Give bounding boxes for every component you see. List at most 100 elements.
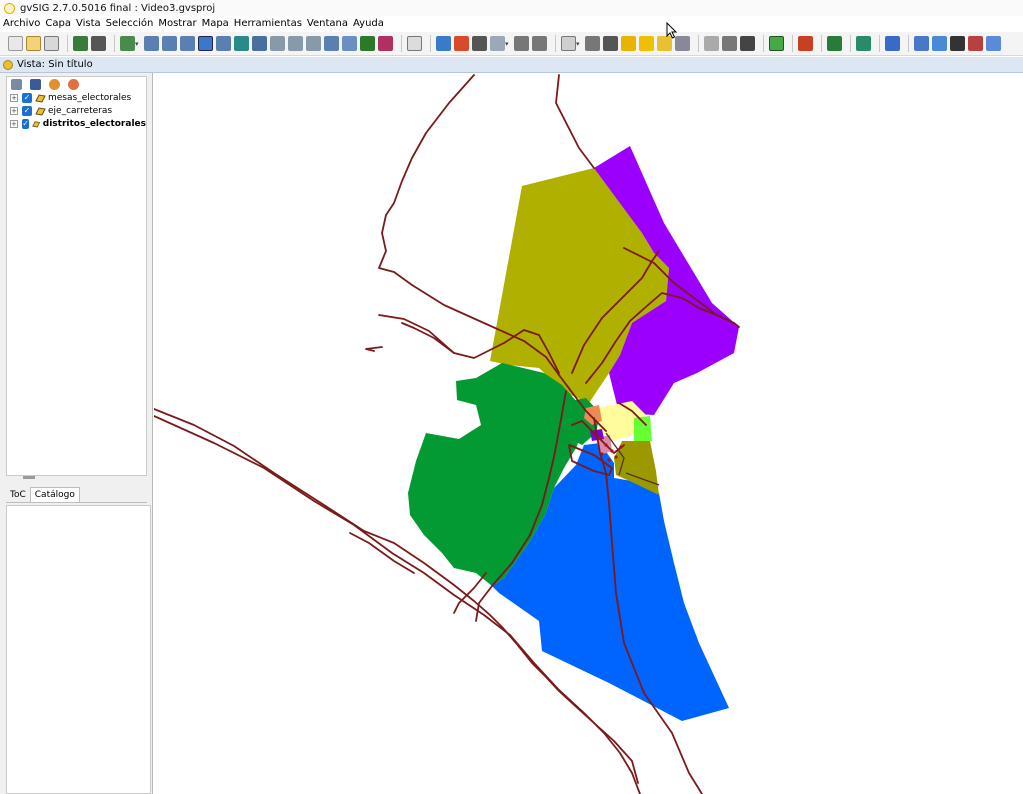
splitter-handle[interactable]: [23, 476, 35, 479]
chevron-down-icon[interactable]: ▾: [135, 40, 141, 48]
print-icon[interactable]: [472, 36, 487, 51]
expand-icon[interactable]: +: [10, 119, 18, 128]
layer-visibility-checkbox[interactable]: ✓: [22, 105, 32, 116]
main-toolbar: ▾ ▾ ▾: [0, 32, 1023, 56]
zoom-select-icon[interactable]: [198, 36, 213, 51]
open-project-icon[interactable]: [26, 36, 41, 51]
list-icon[interactable]: [11, 78, 22, 90]
scale-icon[interactable]: [514, 36, 529, 51]
vector-layer-icon: [35, 106, 46, 116]
select-by-attributes-icon[interactable]: [639, 36, 654, 51]
vector-layer-icon: [32, 120, 41, 127]
undo-icon[interactable]: [73, 36, 88, 51]
layer-add-icon[interactable]: [769, 36, 784, 51]
menu-herramientas[interactable]: Herramientas: [234, 18, 302, 29]
zoom-extent-icon[interactable]: [306, 36, 321, 51]
remove-layer-icon[interactable]: [68, 78, 79, 90]
add-layer-icon[interactable]: [49, 78, 60, 90]
toc-panel: + ✓ mesas_electorales + ✓ eje_carreteras…: [6, 76, 147, 476]
layer-name: eje_carreteras: [48, 105, 113, 116]
expand-icon[interactable]: +: [10, 93, 18, 102]
geoprocess-icon[interactable]: [827, 36, 842, 51]
vector-layer-icon: [35, 93, 46, 103]
zoom-all-icon[interactable]: [180, 36, 195, 51]
toolbar-separator: [67, 35, 68, 52]
edit-icon[interactable]: [798, 36, 813, 51]
copy-icon[interactable]: [704, 36, 719, 51]
zoom-scale-icon[interactable]: [270, 36, 285, 51]
layer-name: mesas_electorales: [48, 92, 132, 103]
toolbar-separator: [763, 35, 764, 52]
toolbar-separator: [879, 35, 880, 52]
menu-capa[interactable]: Capa: [45, 18, 71, 29]
new-project-icon[interactable]: [8, 36, 23, 51]
gvsig-app-icon: [4, 2, 15, 14]
menu-seleccion[interactable]: Selección: [106, 18, 154, 29]
chevron-down-icon[interactable]: ▾: [576, 40, 582, 48]
layer-table-icon[interactable]: [932, 36, 947, 51]
frame-icon[interactable]: [490, 36, 505, 51]
redo-icon[interactable]: [91, 36, 106, 51]
zoom-previous-icon[interactable]: [234, 36, 249, 51]
zoom-layer-icon[interactable]: [216, 36, 231, 51]
menu-mostrar[interactable]: Mostrar: [158, 18, 196, 29]
layer-visibility-checkbox[interactable]: ✓: [22, 92, 32, 103]
toc-layer[interactable]: + ✓ distritos_electorales: [7, 117, 146, 130]
toolbar-separator: [850, 35, 851, 52]
zoom-next-icon[interactable]: [252, 36, 267, 51]
window-title: gvSIG 2.7.0.5016 final : Video3.gvsproj: [20, 2, 216, 14]
window-icon[interactable]: [407, 36, 422, 51]
layer-style-icon[interactable]: [950, 36, 965, 51]
toolbar-separator: [114, 35, 115, 52]
menu-archivo[interactable]: Archivo: [3, 18, 40, 29]
layer-visibility-checkbox[interactable]: ✓: [21, 118, 30, 129]
locator-icon[interactable]: [324, 36, 339, 51]
select-icon[interactable]: [561, 36, 576, 51]
save-project-icon[interactable]: [44, 36, 59, 51]
district-lime: [634, 416, 652, 441]
layer-properties-icon[interactable]: [986, 36, 1001, 51]
map-canvas[interactable]: [154, 73, 1023, 794]
toolbar-separator: [792, 35, 793, 52]
tab-catalog[interactable]: Catálogo: [29, 487, 80, 502]
tab-toc[interactable]: ToC: [6, 488, 30, 502]
layers-icon[interactable]: [30, 78, 41, 90]
expand-icon[interactable]: +: [10, 106, 18, 115]
layer-labels-icon[interactable]: [968, 36, 983, 51]
pan-icon[interactable]: [120, 36, 135, 51]
toolbar-separator: [430, 35, 431, 52]
select-by-polygon-icon[interactable]: [603, 36, 618, 51]
view-window-titlebar: Vista: Sin título: [0, 57, 1023, 73]
zoom-in-icon[interactable]: [144, 36, 159, 51]
measure-distance-icon[interactable]: [342, 36, 357, 51]
info-icon[interactable]: [360, 36, 375, 51]
paste-icon[interactable]: [722, 36, 737, 51]
menu-mapa[interactable]: Mapa: [202, 18, 229, 29]
catalog-panel: [6, 505, 151, 794]
window-titlebar: gvSIG 2.7.0.5016 final : Video3.gvsproj: [0, 0, 1023, 16]
mouse-pointer-icon: [666, 22, 678, 39]
toc-layer[interactable]: + ✓ mesas_electorales: [7, 91, 146, 104]
menu-ayuda[interactable]: Ayuda: [353, 18, 384, 29]
menu-vista[interactable]: Vista: [76, 18, 101, 29]
toolbar-separator: [698, 35, 699, 52]
view-icon: [3, 59, 13, 70]
toolbar-separator: [401, 35, 402, 52]
layout-icon[interactable]: [454, 36, 469, 51]
select-by-area-icon[interactable]: [585, 36, 600, 51]
settings-icon[interactable]: [885, 36, 900, 51]
select-all-icon[interactable]: [621, 36, 636, 51]
coordinates-icon[interactable]: [378, 36, 393, 51]
zoom-frame-icon[interactable]: [288, 36, 303, 51]
toc-layer[interactable]: + ✓ eje_carreteras: [7, 104, 146, 117]
table-icon[interactable]: [436, 36, 451, 51]
zoom-out-icon[interactable]: [162, 36, 177, 51]
toc-toolbar: [7, 77, 146, 91]
menu-ventana[interactable]: Ventana: [307, 18, 348, 29]
toolbar-separator: [555, 35, 556, 52]
home-icon[interactable]: [856, 36, 871, 51]
chevron-down-icon[interactable]: ▾: [505, 40, 511, 48]
layer-chart-icon[interactable]: [914, 36, 929, 51]
scale-bar-icon[interactable]: [532, 36, 547, 51]
binoculars-icon[interactable]: [740, 36, 755, 51]
